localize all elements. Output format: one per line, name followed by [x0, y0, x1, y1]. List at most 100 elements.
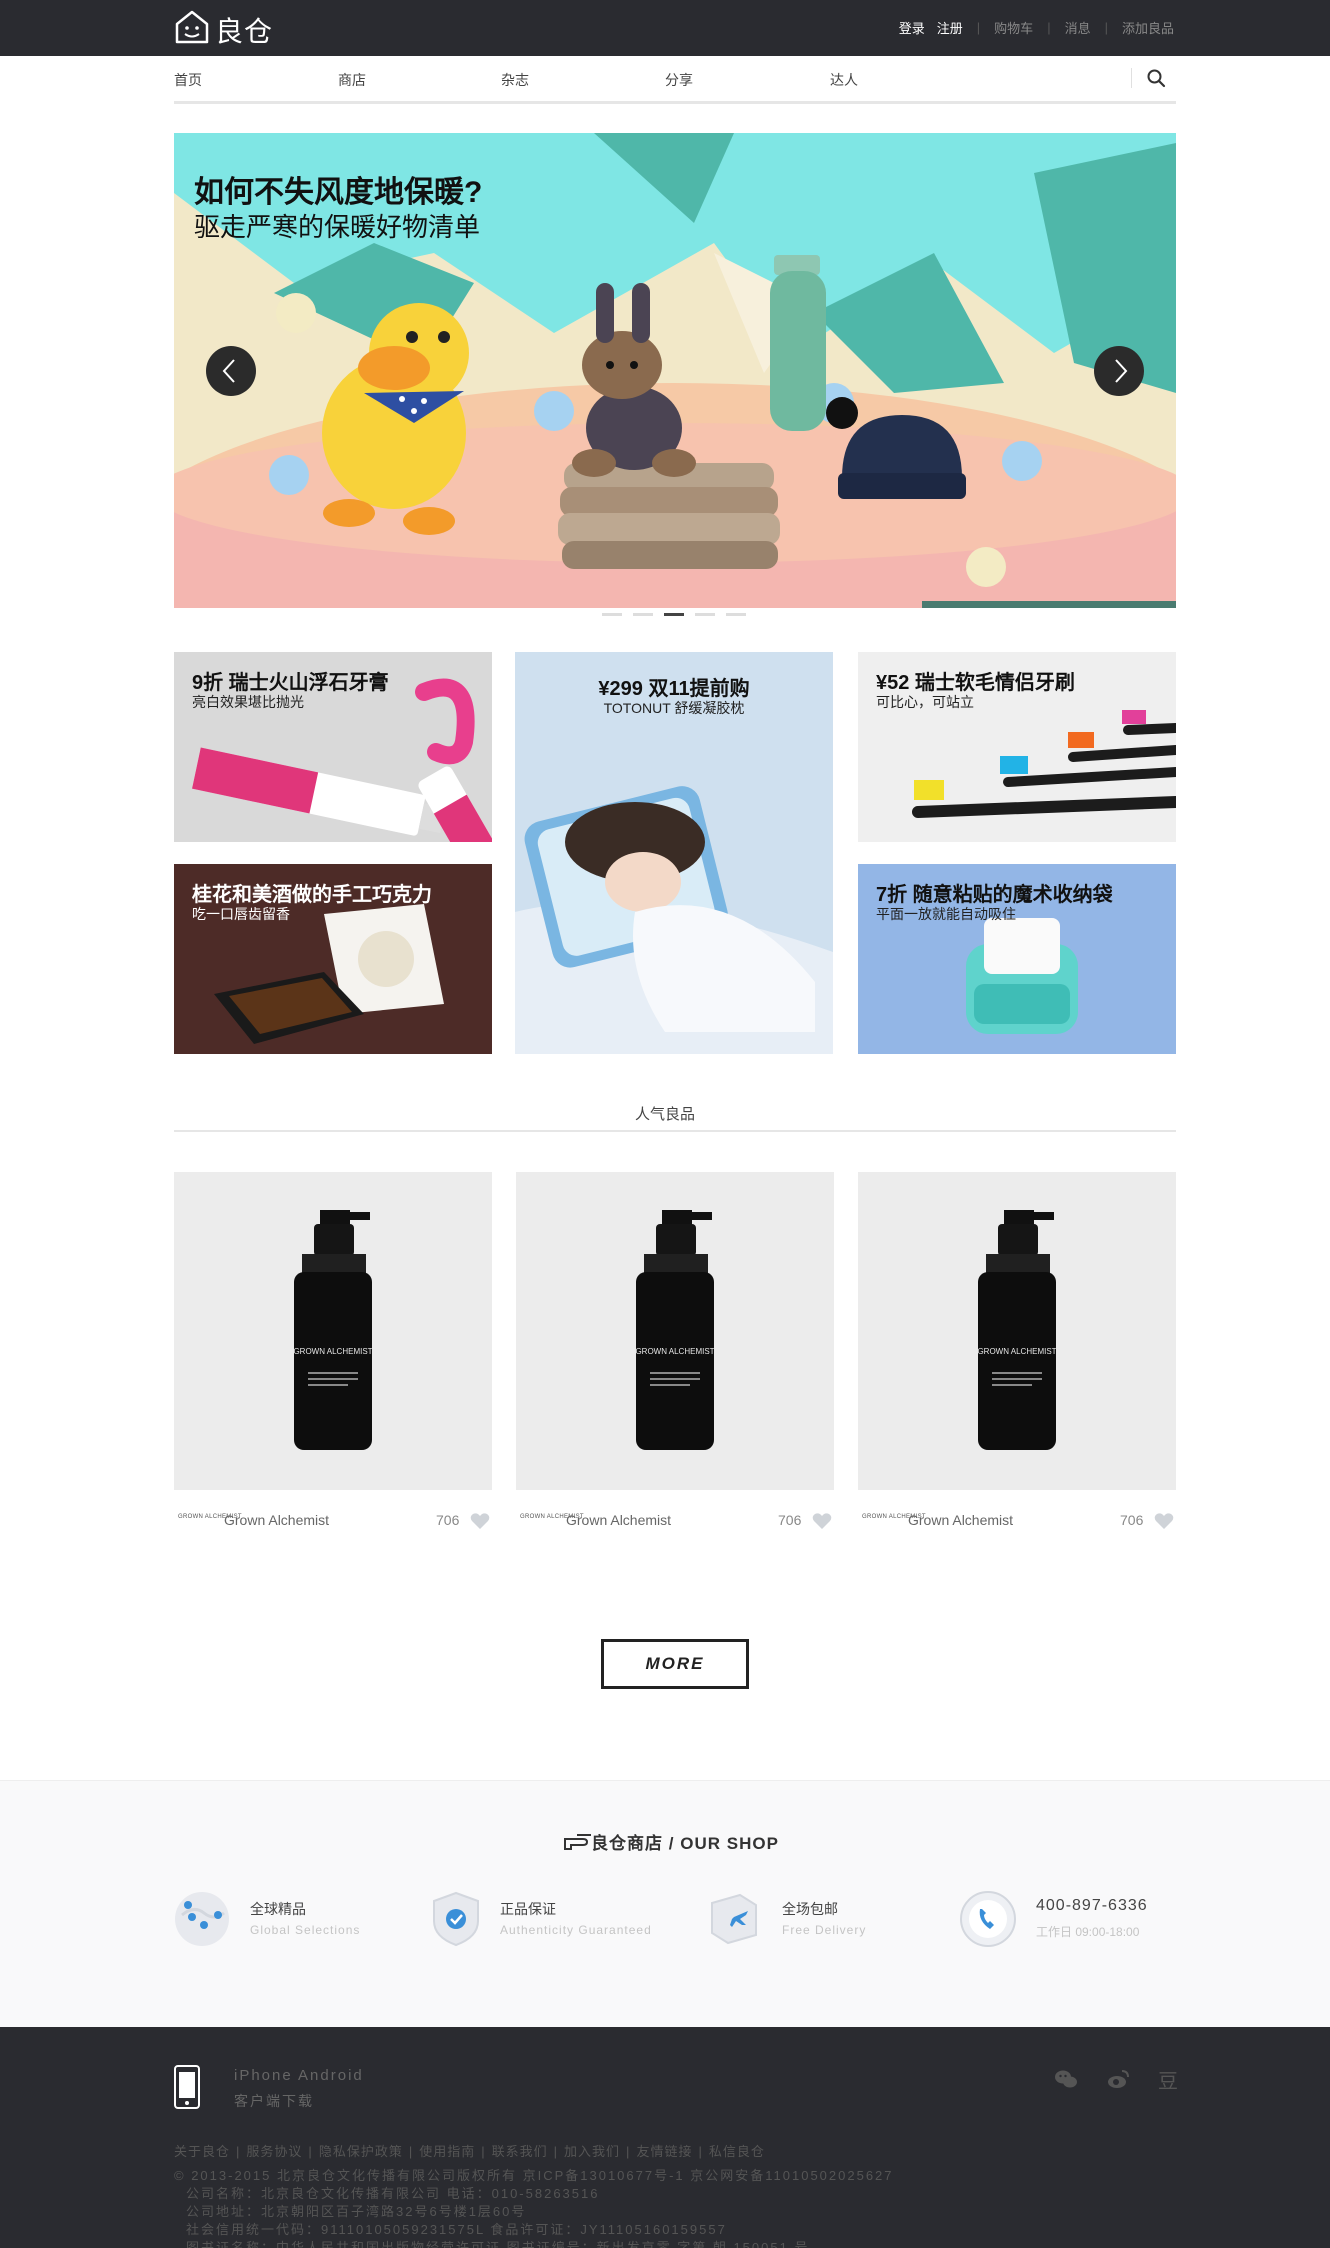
prev-slide-button[interactable]	[206, 346, 256, 396]
product-brand[interactable]: Grown Alchemist	[224, 1512, 329, 1528]
wechat-icon[interactable]	[1054, 2067, 1078, 2091]
heart-icon[interactable]	[812, 1512, 832, 1530]
product-image[interactable]: GROWN ALCHEMIST	[174, 1172, 492, 1490]
register-link[interactable]: 注册	[937, 18, 963, 37]
promo-title: ¥299 双11提前购	[598, 678, 750, 700]
banner-subtitle: 驱走严寒的保暖好物清单	[194, 212, 481, 242]
footer-license: 社会信用统一代码：91110105059231575L 食品许可证：JY1110…	[186, 2222, 727, 2237]
footer-link[interactable]: 私信良仓	[709, 2144, 765, 2159]
hero-banner[interactable]: 如何不失风度地保暖? 驱走严寒的保暖好物清单	[174, 133, 1176, 608]
login-link[interactable]: 登录	[899, 18, 925, 37]
page: 良仓 登录 注册 | 购物车 | 消息 | 添加良品 首页 商店 杂志 分享 达…	[0, 0, 1330, 2248]
promo-subtitle: TOTONUT 舒缓凝胶枕	[603, 700, 745, 716]
promo-title: 9折 瑞士火山浮石牙膏	[192, 672, 389, 694]
nav-item-share[interactable]: 分享	[665, 70, 693, 90]
douban-icon[interactable]: 豆	[1156, 2065, 1180, 2093]
phone-icon	[960, 1891, 1016, 1947]
promo-subtitle: 吃一口唇齿留香	[192, 906, 290, 922]
divider: |	[408, 2144, 414, 2159]
globe-pins-icon	[175, 1892, 229, 1946]
footer-link[interactable]: 服务协议	[246, 2144, 302, 2159]
product-image[interactable]: GROWN ALCHEMIST	[858, 1172, 1176, 1490]
section-title-popular: 人气良品	[634, 1106, 695, 1123]
divider: |	[1047, 20, 1051, 35]
like-count: 706	[436, 1512, 460, 1528]
promo-title: 7折 随意粘贴的魔术收纳袋	[876, 884, 1113, 906]
feature-subtitle: Global Selections	[250, 1923, 361, 1937]
product-brand[interactable]: Grown Alchemist	[566, 1512, 671, 1528]
feature-title: 全球精品	[250, 1901, 306, 1917]
product-brand[interactable]: Grown Alchemist	[908, 1512, 1013, 1528]
logo[interactable]: 良仓	[173, 8, 273, 48]
promo-title: ¥52 瑞士软毛情侣牙刷	[876, 672, 1075, 694]
airplane-box-icon	[711, 1893, 757, 1945]
divider: |	[308, 2144, 313, 2159]
footer-links: 关于良仓 | 服务协议 | 隐私保护政策 | 使用指南 | 联系我们 | 加入我们 | 友情链接 | 私信良…	[174, 2141, 771, 2160]
like-count: 706	[778, 1512, 802, 1528]
divider	[174, 1130, 1176, 1132]
slide-dot[interactable]	[695, 613, 715, 616]
feature-title: 全场包邮	[782, 1901, 838, 1917]
footer-link[interactable]: 隐私保护政策	[319, 2144, 403, 2159]
footer-link[interactable]: 加入我们	[564, 2144, 620, 2159]
footer-address: 公司地址：北京朝阳区百子湾路32号6号楼1层60号	[186, 2204, 527, 2219]
divider: |	[1104, 20, 1108, 35]
promo-tile-toothbrush[interactable]: ¥52 瑞士软毛情侣牙刷 可比心，可站立	[858, 652, 1176, 842]
add-item-link[interactable]: 添加良品	[1122, 18, 1174, 37]
more-button[interactable]: MORE	[601, 1639, 749, 1689]
footer-link[interactable]: 使用指南	[419, 2144, 475, 2159]
serum-bottle-image: GROWN ALCHEMIST	[858, 1172, 1176, 1490]
chevron-right-icon	[1115, 359, 1128, 383]
messages-link[interactable]: 消息	[1065, 18, 1091, 37]
bottle-label: GROWN ALCHEMIST	[635, 1347, 714, 1356]
app-platforms[interactable]: iPhone Android	[234, 2067, 364, 2084]
main-nav: 首页 商店 杂志 分享 达人	[174, 56, 1176, 104]
footer-book-license: 图书证名称：中华人民共和国出版物经营许可证 图书证编号：新出发京零 字第 朝 1…	[186, 2240, 810, 2248]
promo-tile-pillow[interactable]: ¥299 双11提前购 TOTONUT 舒缓凝胶枕	[515, 652, 833, 1054]
logo-text: 良仓	[215, 15, 274, 48]
footer-copyright: © 2013-2015 北京良仓文化传播有限公司版权所有 京ICP备130106…	[174, 2168, 894, 2183]
slide-dot[interactable]	[726, 613, 746, 616]
promo-tile-toothpaste[interactable]: 9折 瑞士火山浮石牙膏 亮白效果堪比抛光	[174, 652, 492, 842]
shop-title: 良仓商店 / OUR SHOP	[591, 1834, 779, 1853]
serum-bottle-image: GROWN ALCHEMIST	[174, 1172, 492, 1490]
shield-check-icon	[433, 1891, 479, 1947]
heart-icon[interactable]	[470, 1512, 490, 1530]
footer-link[interactable]: 关于良仓	[174, 2144, 230, 2159]
divider: |	[481, 2144, 486, 2159]
footer-link[interactable]: 联系我们	[492, 2144, 548, 2159]
product-image[interactable]: GROWN ALCHEMIST	[516, 1172, 834, 1490]
promo-tile-chocolate[interactable]: 桂花和美酒做的手工巧克力 吃一口唇齿留香	[174, 864, 492, 1054]
app-download[interactable]: 客户端下载	[234, 2091, 314, 2111]
divider: |	[553, 2144, 559, 2159]
search-icon[interactable]	[1146, 68, 1166, 88]
mobile-phone-icon	[174, 2065, 200, 2109]
nav-item-experts[interactable]: 达人	[830, 70, 858, 90]
nav-item-shop[interactable]: 商店	[338, 70, 366, 90]
slide-dot[interactable]	[602, 613, 622, 616]
promo-tile-storage-bag[interactable]: 7折 随意粘贴的魔术收纳袋 平面一放就能自动吸住	[858, 864, 1176, 1054]
feature-subtitle: Authenticity Guaranteed	[500, 1923, 652, 1937]
heart-icon[interactable]	[1154, 1512, 1174, 1530]
like-count: 706	[1120, 1512, 1144, 1528]
top-links: 登录 注册 | 购物车 | 消息 | 添加良品	[899, 18, 1174, 37]
promo-title: 桂花和美酒做的手工巧克力	[192, 884, 432, 906]
shop-section: 良仓商店 / OUR SHOP 全球精品 Global Selections 正…	[0, 1780, 1330, 2027]
weibo-icon[interactable]	[1106, 2067, 1130, 2091]
nav-item-magazine[interactable]: 杂志	[501, 70, 529, 90]
promo-subtitle: 可比心，可站立	[876, 694, 974, 710]
footer-link[interactable]: 友情链接	[636, 2144, 692, 2159]
serum-bottle-image: GROWN ALCHEMIST	[516, 1172, 834, 1490]
cart-link[interactable]: 购物车	[994, 18, 1033, 37]
nav-item-home[interactable]: 首页	[174, 70, 202, 90]
slide-dot[interactable]	[664, 613, 684, 616]
feature-subtitle: 工作日 09:00-18:00	[1036, 1925, 1140, 1939]
slide-dot[interactable]	[633, 613, 653, 616]
divider	[1131, 68, 1132, 88]
feature-title: 400-897-6336	[1036, 1897, 1148, 1914]
promo-subtitle: 亮白效果堪比抛光	[192, 694, 304, 710]
house-smile-icon	[175, 10, 209, 44]
divider: |	[698, 2144, 703, 2159]
next-slide-button[interactable]	[1094, 346, 1144, 396]
feature-subtitle: Free Delivery	[782, 1923, 867, 1937]
